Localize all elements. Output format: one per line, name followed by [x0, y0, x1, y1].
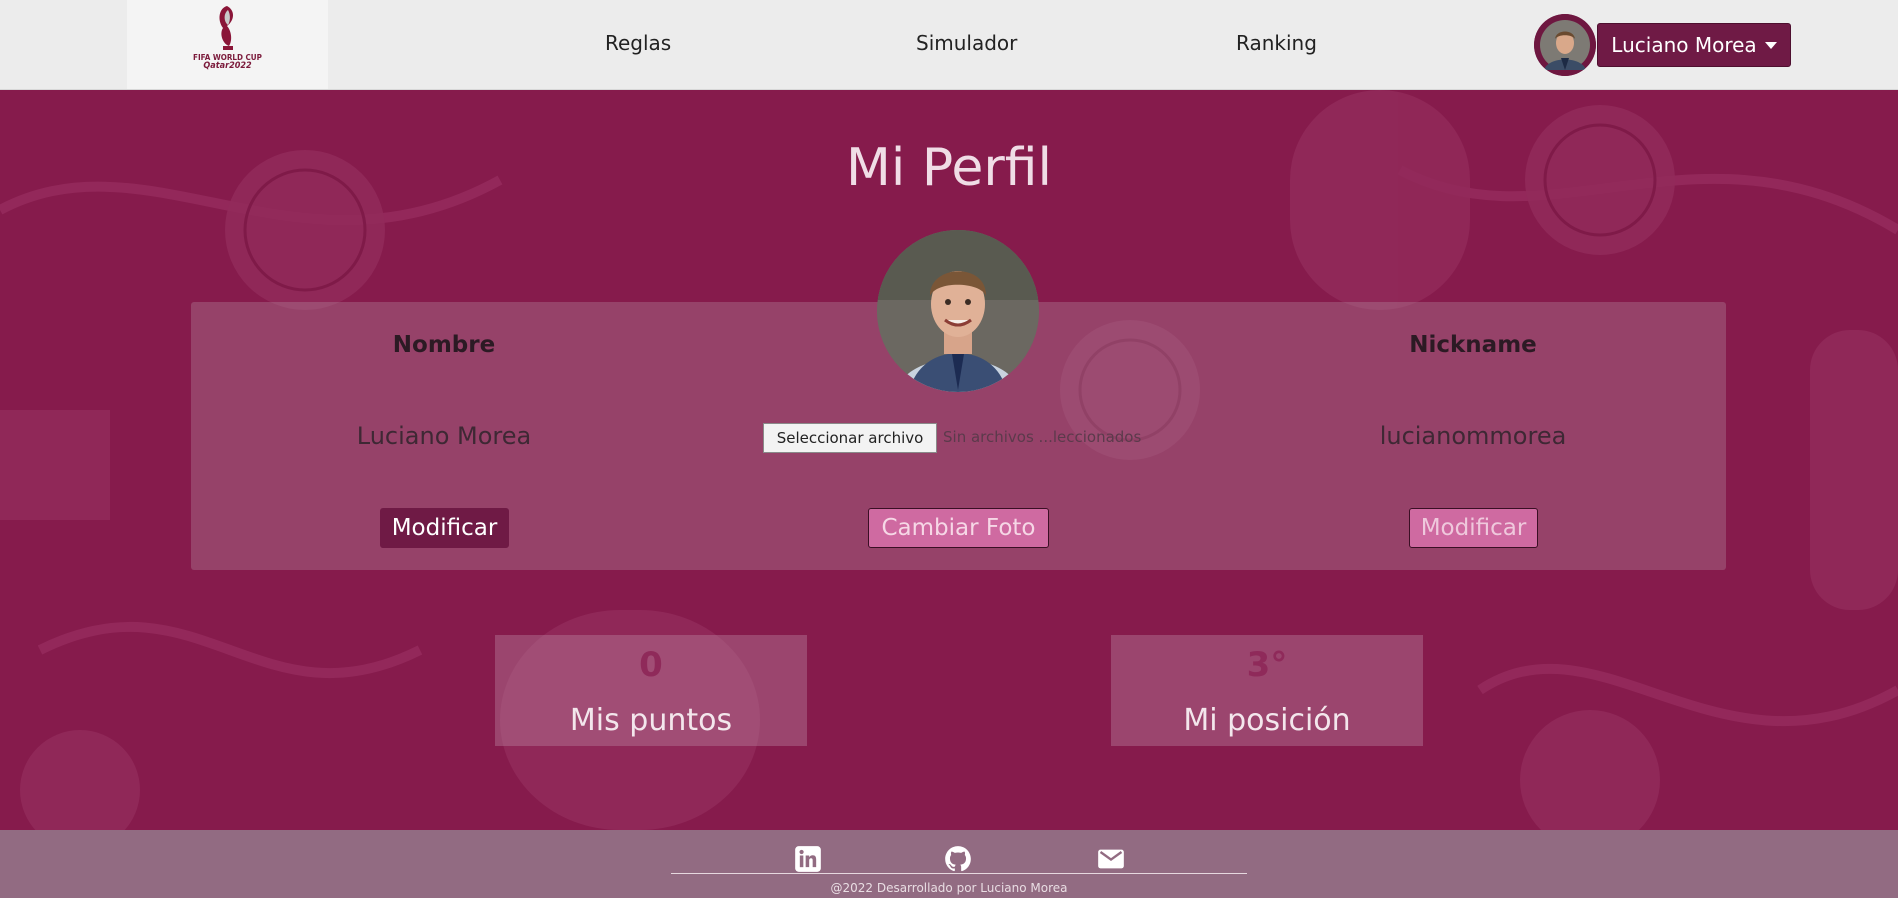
- footer-divider: [671, 873, 1247, 874]
- linkedin-icon[interactable]: [794, 845, 822, 873]
- brand-logo[interactable]: FIFA WORLD CUP Qatar2022: [127, 0, 328, 89]
- navbar: FIFA WORLD CUP Qatar2022 Reglas Simulado…: [0, 0, 1898, 90]
- nickname-value: lucianommorea: [1379, 422, 1567, 450]
- footer-copyright: @2022 Desarrollado por Luciano Morea: [830, 881, 1068, 895]
- profile-photo-image: [877, 230, 1039, 392]
- nav-link-reglas[interactable]: Reglas: [605, 31, 671, 55]
- position-value: 3°: [1246, 645, 1288, 685]
- file-status-text: Sin archivos ...leccionados: [943, 428, 1142, 446]
- points-value: 0: [639, 645, 663, 685]
- user-avatar[interactable]: [1534, 14, 1596, 76]
- user-menu-dropdown[interactable]: Luciano Morea: [1597, 23, 1791, 67]
- brand-logo-text: FIFA WORLD CUP Qatar2022: [193, 53, 262, 71]
- user-avatar-photo-icon: [1534, 14, 1596, 76]
- position-stat-box: 3° Mi posición: [1111, 635, 1423, 746]
- nav-link-simulador[interactable]: Simulador: [916, 31, 1017, 55]
- user-name-label: Luciano Morea: [1611, 33, 1757, 57]
- points-stat-box: 0 Mis puntos: [495, 635, 807, 746]
- name-value: Luciano Morea: [356, 422, 532, 450]
- modify-name-button[interactable]: Modificar: [380, 508, 509, 548]
- footer: @2022 Desarrollado por Luciano Morea: [0, 830, 1898, 898]
- change-photo-button[interactable]: Cambiar Foto: [868, 508, 1049, 548]
- nav-link-ranking[interactable]: Ranking: [1236, 31, 1317, 55]
- nickname-header: Nickname: [1409, 332, 1537, 358]
- points-label: Mis puntos: [569, 703, 733, 738]
- name-header: Nombre: [392, 332, 496, 358]
- select-file-button[interactable]: Seleccionar archivo: [763, 423, 937, 453]
- modify-nickname-button[interactable]: Modificar: [1409, 508, 1538, 548]
- world-cup-trophy-logo: [219, 6, 233, 50]
- profile-photo: [877, 230, 1039, 392]
- email-icon[interactable]: [1097, 845, 1125, 873]
- position-label: Mi posición: [1183, 703, 1351, 738]
- github-icon[interactable]: [944, 845, 972, 873]
- caret-down-icon: [1764, 41, 1777, 49]
- page-title: Mi Perfil: [846, 138, 1052, 198]
